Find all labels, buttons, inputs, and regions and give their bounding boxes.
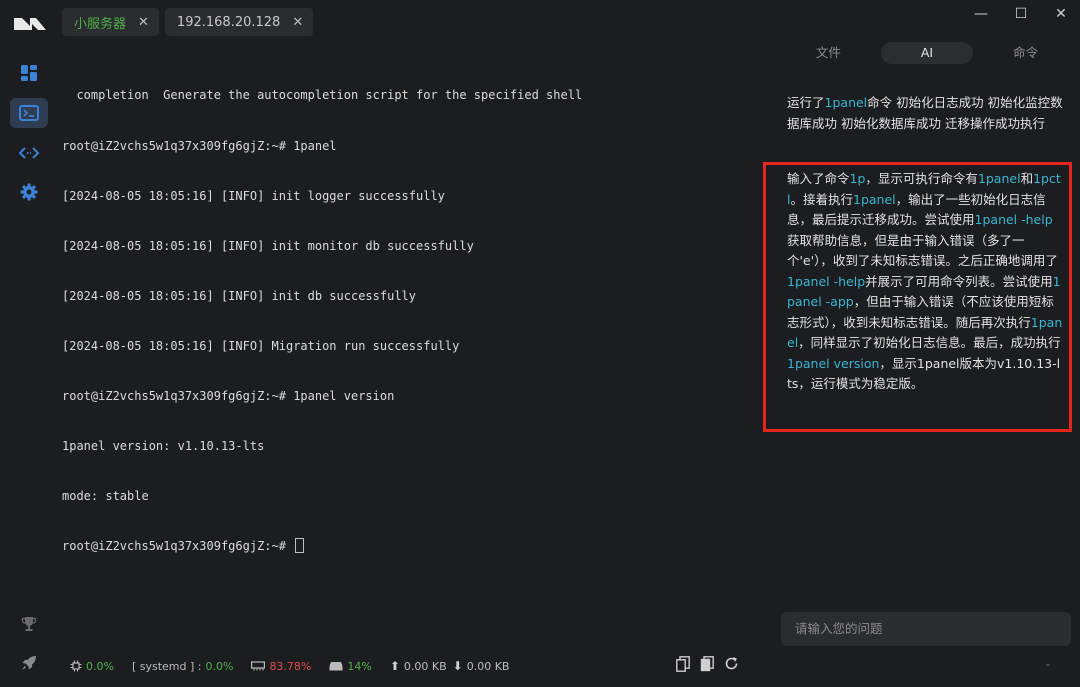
ai-keyword: 1panel version (787, 355, 880, 371)
terminal-line: [2024-08-05 18:05:16] [INFO] init monito… (62, 238, 474, 253)
terminal-line: completion Generate the autocompletion s… (62, 88, 583, 103)
terminal-prompt-line: root@iZ2vchs5w1q37x309fg6gjZ:~# (62, 538, 752, 555)
process-status: [ systemd ] : 0.0% (132, 660, 233, 673)
window-controls: — ☐ ✕ (974, 6, 1068, 22)
terminal-line: root@iZ2vchs5w1q37x309fg6gjZ:~# 1panel v… (62, 389, 395, 404)
app-logo (14, 18, 46, 30)
ai-text-segment: 输入了命令 (787, 171, 850, 186)
paste-icon[interactable] (700, 656, 714, 672)
ai-keyword: 1panel (853, 191, 896, 207)
right-panel-tabs: 文件 AI 命令 (782, 42, 1072, 64)
ai-keyword: 1panel (824, 95, 868, 110)
settings-gear-icon[interactable] (10, 177, 48, 207)
ai-text-segment: ，显示可执行命令有 (865, 171, 978, 186)
memory-value: 83.78% (269, 659, 312, 673)
terminal-line: 1panel version: v1.10.13-lts (62, 439, 265, 454)
rocket-icon[interactable] (10, 648, 48, 678)
ai-text-segment: 并展示了可用命令列表。尝试使用 (865, 273, 1053, 289)
ai-text-segment: 运行了 (787, 95, 825, 110)
cpu-value: 0.0% (86, 659, 114, 673)
terminal-output[interactable]: completion Generate the autocompletion s… (62, 54, 752, 614)
maximize-icon[interactable]: ☐ (1014, 6, 1028, 22)
process-value: 0.0% (205, 659, 234, 673)
terminal-line: [2024-08-05 18:05:16] [INFO] init db suc… (62, 288, 417, 303)
process-label: [ systemd ] : (131, 659, 202, 673)
terminal-line: root@iZ2vchs5w1q37x309fg6gjZ:~# 1panel (62, 138, 337, 153)
disk-status: 14% (329, 659, 372, 673)
cpu-status: 0.0% (70, 660, 114, 673)
session-tabs: 小服务器 ✕ 192.168.20.128 ✕ (62, 8, 314, 36)
trophy-icon[interactable] (10, 609, 48, 639)
ai-text-segment: 和 (1020, 171, 1034, 186)
ai-text-segment: 。接着执行 (790, 191, 853, 207)
tab-commands[interactable]: 命令 (979, 42, 1072, 64)
dashboard-icon[interactable] (10, 58, 48, 88)
tab-ai[interactable]: AI (880, 42, 974, 64)
terminal-icon[interactable] (10, 98, 48, 128)
disk-icon (329, 662, 343, 671)
upload-value: 0.00 KB (403, 659, 447, 673)
minimize-icon[interactable]: — (974, 6, 988, 22)
ai-keyword: 1panel -help (787, 273, 866, 289)
disk-value: 14% (347, 659, 372, 673)
tab-small-server[interactable]: 小服务器 ✕ (62, 8, 159, 36)
terminal-cursor (295, 538, 305, 554)
tab-label: 小服务器 (74, 16, 127, 32)
status-dash: - (1046, 658, 1050, 671)
tab-label: 192.168.20.128 (176, 14, 281, 30)
upload-arrow-icon: ⬆ (389, 659, 400, 673)
ai-text-segment: ，同样显示了初始化日志信息。最后，成功执行 (798, 335, 1061, 350)
close-icon[interactable]: ✕ (292, 16, 303, 29)
left-rail (0, 0, 58, 687)
close-icon[interactable]: ✕ (138, 16, 149, 29)
ai-keyword: 1panel -help (974, 212, 1053, 227)
tab-192-168-20-128[interactable]: 192.168.20.128 ✕ (164, 8, 314, 36)
copy-icon[interactable] (676, 656, 690, 672)
memory-icon (251, 661, 266, 671)
network-status: ⬆ 0.00 KB ⬇ 0.00 KB (390, 659, 510, 673)
memory-status: 83.78% (251, 660, 311, 673)
download-value: 0.00 KB (466, 659, 510, 673)
ai-summary-first: 运行了1panel命令 初始化日志成功 初始化监控数据库成功 初始化数据库成功 … (787, 93, 1067, 134)
refresh-icon[interactable] (724, 656, 739, 671)
tab-files[interactable]: 文件 (782, 42, 875, 64)
terminal-line: [2024-08-05 18:05:16] [INFO] Migration r… (62, 338, 460, 353)
download-arrow-icon: ⬇ (452, 659, 463, 673)
ai-summary-second: 输入了命令1p，显示可执行命令有1panel和1pctl。接着执行1panel，… (787, 169, 1063, 395)
terminal-line: [2024-08-05 18:05:16] [INFO] init logger… (62, 188, 445, 203)
terminal-line: mode: stable (62, 489, 149, 504)
terminal-prompt: root@iZ2vchs5w1q37x309fg6gjZ:~# (62, 539, 294, 554)
code-icon[interactable] (10, 138, 48, 168)
ai-keyword: 1panel (977, 171, 1021, 186)
ai-keyword: 1p (849, 171, 866, 186)
ask-question-input[interactable]: 请输入您的问题 (781, 612, 1071, 646)
terminal-actions (676, 656, 739, 672)
status-bar: 0.0% [ systemd ] : 0.0% 83.78% 14% ⬆ 0.0… (70, 656, 527, 676)
close-window-icon[interactable]: ✕ (1054, 6, 1068, 22)
cpu-icon (70, 660, 82, 672)
ai-text-segment: 获取帮助信息，但是由于输入错误（多了一个'e'），收到了未知标志错误。之后正确地… (787, 232, 1058, 269)
